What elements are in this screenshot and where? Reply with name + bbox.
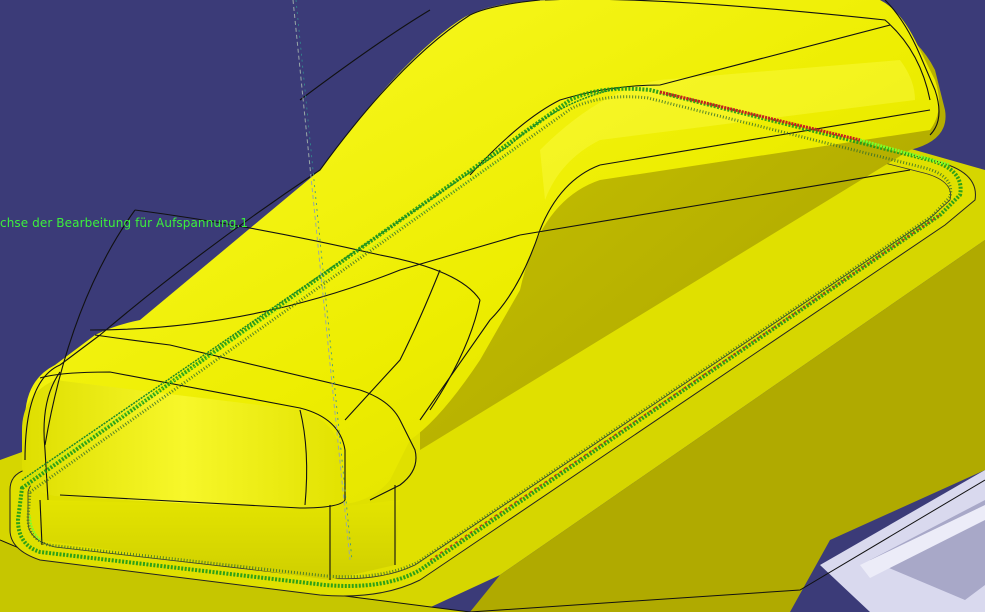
machining-axis-label: chse der Bearbeitung für Aufspannung.1 [0, 216, 249, 230]
part-geometry-canvas[interactable] [0, 0, 985, 612]
cad-3d-viewport[interactable]: chse der Bearbeitung für Aufspannung.1 [0, 0, 985, 612]
